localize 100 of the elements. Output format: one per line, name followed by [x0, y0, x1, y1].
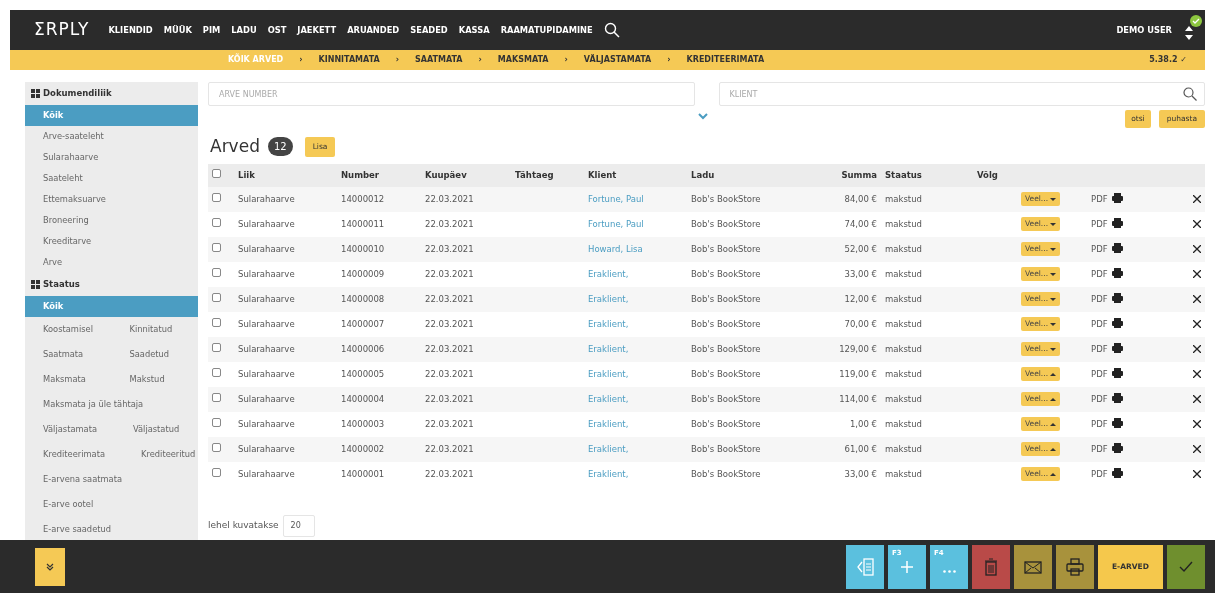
input-field[interactable]: KLIENT — [718, 82, 1205, 106]
menu-item[interactable]: KLIENDID — [108, 23, 153, 37]
table-cell: 14000010 — [337, 236, 421, 262]
checkbox[interactable] — [212, 342, 221, 352]
checkbox[interactable] — [212, 417, 221, 427]
table-cell: makstud — [881, 386, 973, 412]
sidebar-item[interactable]: E-arve saadetud — [25, 516, 198, 542]
pdf-link[interactable]: PDF — [1091, 443, 1108, 454]
pdf-link[interactable]: PDF — [1091, 268, 1108, 279]
collapse-button[interactable] — [35, 547, 65, 586]
table-cell: Bob's BookStore — [687, 236, 787, 262]
sidebar-item[interactable]: E-arvena saatmata — [25, 466, 198, 492]
sidebar-item[interactable]: Sularahaarve — [25, 146, 198, 168]
table-cell: 33,00 € — [787, 261, 881, 287]
pdf-link[interactable]: PDF — [1091, 393, 1108, 404]
table-cell: 22.03.2021 — [421, 311, 511, 337]
checkbox[interactable] — [212, 367, 221, 377]
sidebar-item[interactable]: Maksmata — [25, 366, 112, 392]
checkbox[interactable] — [212, 192, 221, 202]
table-cell: 14000009 — [337, 261, 421, 287]
sidebar-item[interactable]: Krediteerimata — [25, 441, 124, 467]
sidebar-item[interactable]: Kinnitatud — [111, 316, 198, 342]
sidebar-item[interactable]: Arve — [25, 251, 198, 273]
checkbox[interactable] — [212, 267, 221, 277]
delete-button[interactable] — [972, 544, 1010, 589]
sidebar-item[interactable]: Maksmata ja üle tähtaja — [25, 391, 198, 417]
table-cell: Sularahaarve — [234, 286, 337, 312]
sidebar-item[interactable]: Saadetud — [111, 341, 198, 367]
sidebar-item[interactable]: Ettemaksuarve — [25, 188, 198, 210]
email-button[interactable] — [1014, 544, 1052, 589]
pdf-link[interactable]: PDF — [1091, 468, 1108, 479]
checkbox[interactable] — [212, 467, 221, 477]
menu-item[interactable]: ARUANDED — [347, 23, 400, 37]
printer-icon — [1111, 267, 1123, 278]
user-name[interactable]: DEMO USER — [1116, 23, 1172, 37]
sidebar-item[interactable]: Väljastatud — [115, 416, 198, 442]
column-header: Staatus — [881, 163, 973, 187]
table-cell: 22.03.2021 — [421, 261, 511, 287]
page-size-field[interactable]: 20 — [282, 514, 315, 537]
pdf-link[interactable]: PDF — [1091, 193, 1108, 204]
logo[interactable]: ΣRPLY — [34, 17, 90, 43]
input-field[interactable]: ARVE NUMBER — [208, 82, 695, 106]
subnav-tab[interactable]: VÄLJASTAMATA — [583, 54, 652, 66]
sidebar-item[interactable]: Arve-saateleht — [25, 125, 198, 147]
pdf-link[interactable]: PDF — [1091, 368, 1108, 379]
confirm-button[interactable] — [1167, 544, 1205, 589]
grid-icon — [31, 88, 40, 98]
menu-item[interactable]: PIM — [202, 23, 221, 37]
pdf-link[interactable]: PDF — [1091, 343, 1108, 354]
printer-icon — [1111, 317, 1123, 328]
sidebar-item[interactable]: Saatmata — [25, 341, 112, 367]
menu-item[interactable]: JAEKETT — [297, 23, 337, 37]
table-cell: 22.03.2021 — [421, 186, 511, 212]
close-icon — [1193, 220, 1201, 229]
subnav-tab[interactable]: KINNITAMATA — [318, 54, 380, 66]
menu-item[interactable]: RAAMATUPIDAMINE — [500, 23, 593, 37]
pdf-link[interactable]: PDF — [1091, 293, 1108, 304]
sidebar-item[interactable]: Koostamisel — [25, 316, 112, 342]
table-cell: Sularahaarve — [234, 336, 337, 362]
table-cell: 14000002 — [337, 436, 421, 462]
checkbox[interactable] — [212, 242, 221, 252]
sidebar-item[interactable]: Saateleht — [25, 167, 198, 189]
back-button[interactable] — [846, 544, 884, 589]
menu-item[interactable]: MÜÜK — [163, 23, 192, 37]
pdf-link[interactable]: PDF — [1091, 218, 1108, 229]
checkbox[interactable] — [212, 168, 221, 178]
sidebar-item[interactable]: Kreeditarve — [25, 230, 198, 252]
pdf-link[interactable]: PDF — [1091, 418, 1108, 429]
checkbox[interactable] — [212, 217, 221, 227]
column-header: Number — [337, 163, 421, 187]
sidebar-item[interactable]: E-arve ootel — [25, 491, 198, 517]
menu-item[interactable]: KASSA — [458, 23, 490, 37]
sidebar-item[interactable]: Väljastamata — [25, 416, 115, 442]
close-icon — [1193, 470, 1201, 479]
checkbox[interactable] — [212, 392, 221, 402]
table-cell: Sularahaarve — [234, 461, 337, 487]
menu-item[interactable]: OST — [267, 23, 287, 37]
menu-item[interactable]: SEADED — [410, 23, 448, 37]
sidebar-item[interactable]: Makstud — [111, 366, 198, 392]
sidebar-item[interactable]: Broneering — [25, 209, 198, 231]
subnav-tab[interactable]: MAKSMATA — [497, 54, 549, 66]
checkbox[interactable] — [212, 317, 221, 327]
table-cell: makstud — [881, 336, 973, 362]
table-cell: 14000005 — [337, 361, 421, 387]
menu-item[interactable]: LADU — [231, 23, 257, 37]
pdf-link[interactable]: PDF — [1091, 243, 1108, 254]
subnav-tab[interactable]: SAATMATA — [415, 54, 463, 66]
close-icon — [1193, 195, 1201, 204]
table-cell: makstud — [881, 286, 973, 312]
table-cell: 22.03.2021 — [421, 411, 511, 437]
print-button[interactable] — [1056, 544, 1094, 589]
checkbox[interactable] — [212, 442, 221, 452]
printer-icon — [1111, 192, 1123, 203]
printer-icon — [1111, 217, 1123, 228]
sidebar-item[interactable]: Krediteeritud — [123, 441, 198, 467]
subnav-tab[interactable]: KREDITEERIMATA — [686, 54, 765, 66]
table-cell: Bob's BookStore — [687, 186, 787, 212]
pdf-link[interactable]: PDF — [1091, 318, 1108, 329]
table-cell: 52,00 € — [787, 236, 881, 262]
checkbox[interactable] — [212, 292, 221, 302]
